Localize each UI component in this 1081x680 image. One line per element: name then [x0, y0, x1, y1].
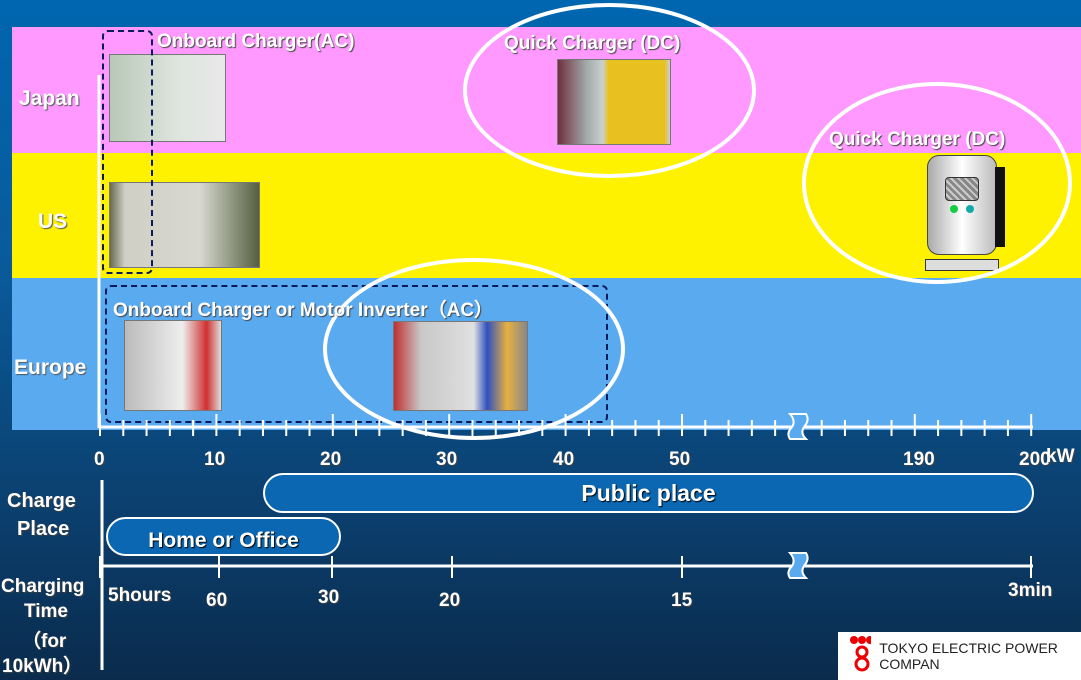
time-tick-label: 5hours	[108, 585, 172, 606]
tepco-logo-text: TOKYO ELECTRIC POWER COMPAN	[879, 640, 1058, 672]
time-tick-label: 15	[671, 590, 693, 611]
charge-place-label-2: Place	[17, 518, 70, 540]
time-tick-label: 30	[318, 587, 340, 608]
charging-time-label-2: Time	[24, 601, 69, 622]
time-tick-label: 20	[439, 590, 461, 611]
power-tick-label: 30	[436, 449, 458, 470]
time-axis-break-icon	[787, 552, 809, 579]
home-office-bar: Home or Office	[106, 517, 341, 556]
power-tick-label: 50	[669, 449, 691, 470]
power-tick-label: 190	[903, 449, 935, 470]
axis-break-icon	[787, 413, 809, 440]
public-place-bar: Public place	[263, 473, 1034, 513]
time-tick-label: 60	[206, 590, 228, 611]
charge-place-label-1: Charge	[7, 490, 76, 512]
tepco-logo-mark	[850, 636, 872, 672]
time-tick-label: 3min	[1008, 580, 1053, 601]
power-unit-label: kW	[1046, 446, 1075, 467]
charging-time-label-3: （for	[22, 631, 67, 652]
axes	[97, 75, 1033, 670]
power-tick-label: 0	[94, 449, 105, 470]
tepco-logo: TOKYO ELECTRIC POWER COMPAN	[838, 632, 1081, 680]
charging-time-label-1: Charging	[1, 576, 85, 597]
power-tick-label: 20	[320, 449, 342, 470]
power-tick-label: 40	[553, 449, 575, 470]
charging-time-label-4: 10kWh）	[2, 656, 83, 677]
power-tick-label: 10	[204, 449, 226, 470]
